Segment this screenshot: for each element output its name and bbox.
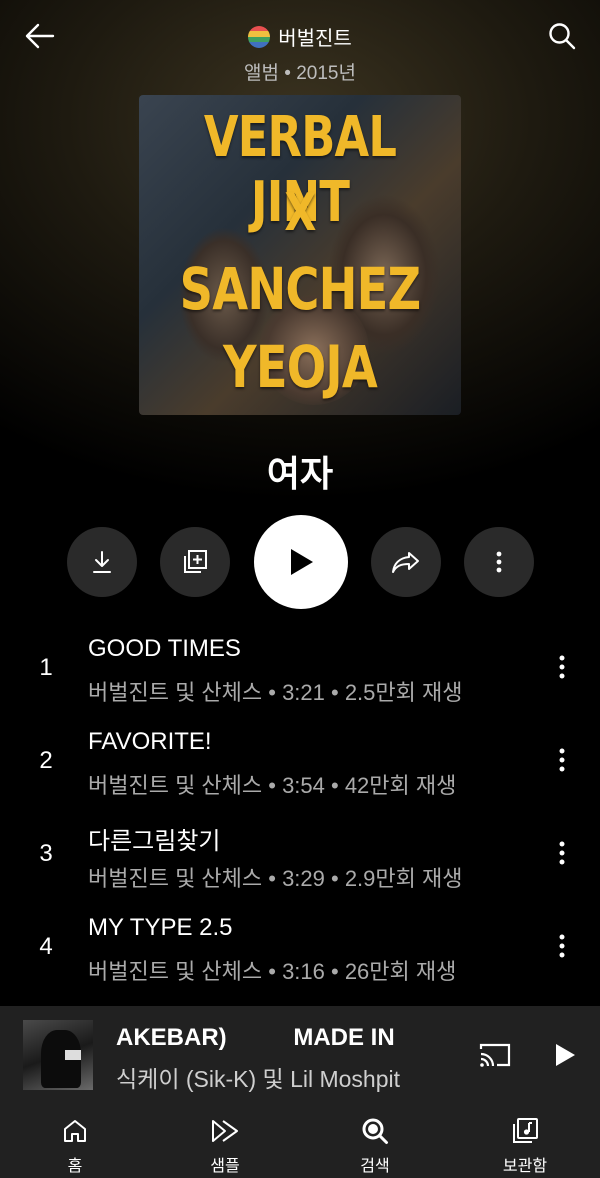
nav-samples-label: 샘플: [210, 1158, 240, 1175]
share-icon: [392, 552, 419, 573]
track-more-button[interactable]: [548, 745, 576, 775]
now-playing-artists: 식케이 (Sik-K) 및 Lil Moshpit: [116, 1066, 401, 1092]
artist-avatar: [248, 25, 271, 48]
album-title: 여자: [266, 453, 334, 494]
nav-search-label: 검색: [360, 1158, 390, 1175]
now-playing-thumbnail: [23, 1020, 93, 1090]
track-number: 3: [39, 840, 53, 867]
nav-library-label: 보관함: [502, 1158, 548, 1175]
track-meta: 버벌진트 및 산체스 • 3:29 • 2.9만회 재생: [88, 866, 463, 891]
more-vertical-icon: [559, 934, 565, 958]
album-subtitle: 앨범 • 2015년: [244, 63, 356, 84]
track-meta: 버벌진트 및 산체스 • 3:16 • 26만회 재생: [88, 959, 457, 984]
mini-play-button[interactable]: [548, 1038, 582, 1072]
more-vertical-icon: [559, 655, 565, 679]
more-vertical-icon: [496, 551, 502, 573]
track-meta: 버벌진트 및 산체스 • 3:21 • 2.5만회 재생: [88, 680, 463, 705]
artist-name: 버벌진트: [278, 28, 352, 50]
track-number: 1: [39, 654, 53, 681]
play-album-button[interactable]: [254, 515, 348, 609]
track-more-button[interactable]: [548, 838, 576, 868]
more-options-button[interactable]: [464, 527, 534, 597]
library-add-icon: [184, 550, 207, 573]
now-playing-info: AKEBAR) MADE IN 식케이 (Sik-K) 및 Lil Moshpi…: [116, 1024, 456, 1094]
cover-text-line3: SANCHEZ: [179, 255, 422, 323]
cover-text-line2: X: [284, 183, 316, 243]
share-button[interactable]: [371, 527, 441, 597]
track-number: 2: [39, 747, 53, 774]
nav-search[interactable]: 검색: [315, 1114, 435, 1176]
download-button[interactable]: [67, 527, 137, 597]
track-row[interactable]: 2 FAVORITE! 버벌진트 및 산체스 • 3:54 • 42만회 재생: [0, 713, 600, 806]
cast-icon: [479, 1043, 511, 1067]
library-icon: [513, 1118, 538, 1143]
cover-text-line4: YEOJA: [223, 333, 378, 401]
download-icon: [93, 551, 111, 573]
search-icon: [362, 1118, 388, 1144]
more-vertical-icon: [559, 748, 565, 772]
play-icon: [291, 549, 313, 575]
search-icon: [549, 23, 576, 50]
nav-library[interactable]: 보관함: [465, 1114, 585, 1176]
track-row[interactable]: 3 다른그림찾기 버벌진트 및 산체스 • 3:29 • 2.9만회 재생: [0, 806, 600, 899]
nav-samples[interactable]: 샘플: [165, 1114, 285, 1176]
nav-home[interactable]: 홈: [15, 1114, 135, 1176]
track-more-button[interactable]: [548, 652, 576, 682]
more-vertical-icon: [559, 841, 565, 865]
track-title: 다른그림찾기: [88, 828, 221, 855]
play-icon: [556, 1044, 575, 1066]
nav-home-label: 홈: [67, 1158, 83, 1175]
cast-button[interactable]: [476, 1038, 514, 1072]
album-actions: [0, 515, 600, 609]
mini-player[interactable]: AKEBAR) MADE IN 식케이 (Sik-K) 및 Lil Moshpi…: [0, 1006, 600, 1104]
track-title: MY TYPE 2.5: [88, 914, 233, 941]
track-row[interactable]: 1 GOOD TIMES 버벌진트 및 산체스 • 3:21 • 2.5만회 재…: [0, 620, 600, 713]
search-button[interactable]: [542, 16, 582, 56]
track-more-button[interactable]: [548, 931, 576, 961]
now-playing-title: AKEBAR) MADE IN: [116, 1024, 395, 1051]
track-row[interactable]: 4 MY TYPE 2.5 버벌진트 및 산체스 • 3:16 • 26만회 재…: [0, 899, 600, 992]
artist-link[interactable]: 버벌진트: [0, 22, 600, 51]
home-icon: [64, 1120, 86, 1142]
bottom-navigation: 홈 샘플 검색 보관함: [0, 1104, 600, 1178]
track-title: FAVORITE!: [88, 728, 212, 755]
samples-icon: [212, 1120, 238, 1142]
track-title: GOOD TIMES: [88, 635, 241, 662]
header: 버벌진트 앨범 • 2015년: [0, 0, 600, 90]
track-meta: 버벌진트 및 산체스 • 3:54 • 42만회 재생: [88, 773, 457, 798]
track-list: 1 GOOD TIMES 버벌진트 및 산체스 • 3:21 • 2.5만회 재…: [0, 620, 600, 992]
track-number: 4: [39, 933, 53, 960]
add-to-playlist-button[interactable]: [160, 527, 230, 597]
album-cover: VERBAL JINT X SANCHEZ YEOJA: [139, 95, 461, 415]
